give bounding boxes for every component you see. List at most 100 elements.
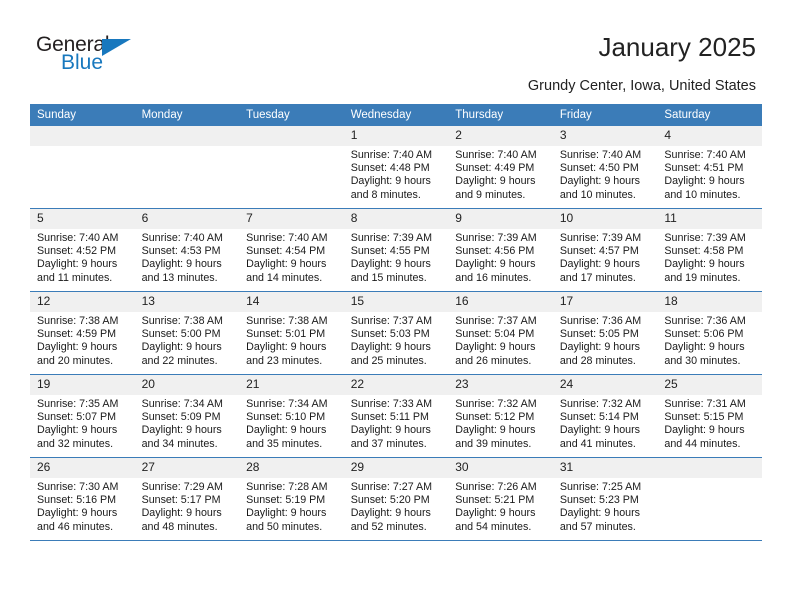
daylight-text-line2: and 39 minutes. xyxy=(455,437,532,450)
day-sun-info: Sunrise: 7:38 AM Sunset: 5:01 PM Daylight:… xyxy=(239,312,344,368)
sunrise-text: Sunrise: 7:39 AM xyxy=(559,232,642,244)
daylight-text-line2: and 9 minutes. xyxy=(455,188,526,201)
day-number: 11 xyxy=(657,209,762,229)
calendar-day-cell[interactable]: 2 Sunrise: 7:40 AM Sunset: 4:49 PM Daylight… xyxy=(448,126,553,209)
daylight-text-line1: Daylight: 9 hours xyxy=(455,175,536,188)
daylight-text-line2: and 23 minutes. xyxy=(246,354,323,367)
calendar-day-cell[interactable]: 12 Sunrise: 7:38 AM Sunset: 4:59 PM Dayligh… xyxy=(30,291,135,375)
day-number: 21 xyxy=(239,375,344,395)
day-sun-info: Sunrise: 7:26 AM Sunset: 5:21 PM Daylight:… xyxy=(448,478,553,534)
day-number: 17 xyxy=(552,292,658,312)
calendar-day-cell[interactable]: 23 Sunrise: 7:32 AM Sunset: 5:12 PM Dayligh… xyxy=(448,374,553,458)
day-number xyxy=(657,458,762,478)
calendar-cell-empty xyxy=(657,457,762,541)
daylight-text-line1: Daylight: 9 hours xyxy=(559,424,641,437)
calendar-day-cell[interactable]: 14 Sunrise: 7:38 AM Sunset: 5:01 PM Dayligh… xyxy=(239,291,344,375)
calendar-day-cell[interactable]: 16 Sunrise: 7:37 AM Sunset: 5:04 PM Dayligh… xyxy=(448,291,553,375)
sunrise-sunset-calendar: Sunday Monday Tuesday Wednesday Thursday… xyxy=(30,104,762,541)
daylight-text-line1: Daylight: 9 hours xyxy=(559,507,641,520)
calendar-day-cell[interactable]: 9 Sunrise: 7:39 AM Sunset: 4:56 PM Daylight… xyxy=(448,208,553,292)
calendar-page: General Blue January 2025 Grundy Center,… xyxy=(0,0,792,612)
calendar-day-cell[interactable]: 26 Sunrise: 7:30 AM Sunset: 5:16 PM Dayligh… xyxy=(30,457,135,541)
day-number: 9 xyxy=(448,209,553,229)
sunset-text: Sunset: 5:01 PM xyxy=(246,328,326,341)
day-sun-info: Sunrise: 7:40 AM Sunset: 4:53 PM Daylight:… xyxy=(135,229,240,285)
day-sun-info: Sunrise: 7:40 AM Sunset: 4:50 PM Daylight:… xyxy=(553,146,658,202)
calendar-day-cell[interactable]: 22 Sunrise: 7:33 AM Sunset: 5:11 PM Dayligh… xyxy=(343,374,449,458)
calendar-day-cell[interactable]: 8 Sunrise: 7:39 AM Sunset: 4:55 PM Daylight… xyxy=(343,208,449,292)
calendar-day-cell[interactable]: 27 Sunrise: 7:29 AM Sunset: 5:17 PM Dayligh… xyxy=(134,457,240,541)
day-sun-info: Sunrise: 7:28 AM Sunset: 5:19 PM Daylight:… xyxy=(239,478,344,534)
day-number xyxy=(239,126,344,146)
sunset-text: Sunset: 4:51 PM xyxy=(664,162,744,175)
day-sun-info: Sunrise: 7:39 AM Sunset: 4:55 PM Daylight:… xyxy=(344,229,449,285)
calendar-day-cell[interactable]: 30 Sunrise: 7:26 AM Sunset: 5:21 PM Dayligh… xyxy=(448,457,553,541)
calendar-day-cell[interactable]: 3 Sunrise: 7:40 AM Sunset: 4:50 PM Daylight… xyxy=(552,126,658,209)
day-sun-info: Sunrise: 7:39 AM Sunset: 4:57 PM Daylight:… xyxy=(553,229,658,285)
sunrise-text: Sunrise: 7:40 AM xyxy=(141,232,223,244)
calendar-day-cell[interactable]: 15 Sunrise: 7:37 AM Sunset: 5:03 PM Dayligh… xyxy=(343,291,449,375)
calendar-day-cell[interactable]: 7 Sunrise: 7:40 AM Sunset: 4:54 PM Daylight… xyxy=(239,208,344,292)
sunrise-text: Sunrise: 7:34 AM xyxy=(246,398,328,410)
sunset-text: Sunset: 5:10 PM xyxy=(246,411,326,424)
calendar-day-cell[interactable]: 18 Sunrise: 7:36 AM Sunset: 5:06 PM Dayligh… xyxy=(657,291,762,375)
calendar-day-cell[interactable]: 19 Sunrise: 7:35 AM Sunset: 5:07 PM Dayligh… xyxy=(30,374,135,458)
calendar-day-cell[interactable]: 28 Sunrise: 7:28 AM Sunset: 5:19 PM Dayligh… xyxy=(239,457,344,541)
daylight-text-line1: Daylight: 9 hours xyxy=(37,424,118,437)
weekday-header-friday: Friday xyxy=(552,104,658,126)
calendar-day-cell[interactable]: 5 Sunrise: 7:40 AM Sunset: 4:52 PM Daylight… xyxy=(30,208,135,292)
day-number: 19 xyxy=(30,375,135,395)
sunrise-text: Sunrise: 7:35 AM xyxy=(37,398,119,410)
sunrise-text: Sunrise: 7:38 AM xyxy=(37,315,119,327)
day-sun-info: Sunrise: 7:25 AM Sunset: 5:23 PM Daylight:… xyxy=(553,478,658,534)
daylight-text-line2: and 16 minutes. xyxy=(455,271,532,284)
calendar-day-cell[interactable]: 1 Sunrise: 7:40 AM Sunset: 4:48 PM Daylight… xyxy=(343,126,449,209)
day-number: 22 xyxy=(343,375,449,395)
calendar-day-cell[interactable]: 17 Sunrise: 7:36 AM Sunset: 5:05 PM Dayligh… xyxy=(552,291,658,375)
day-number: 3 xyxy=(552,126,658,146)
day-number: 28 xyxy=(239,458,344,478)
daylight-text-line1: Daylight: 9 hours xyxy=(664,175,745,188)
calendar-day-cell[interactable]: 10 Sunrise: 7:39 AM Sunset: 4:57 PM Dayligh… xyxy=(552,208,658,292)
daylight-text-line2: and 35 minutes. xyxy=(246,437,323,450)
calendar-day-cell[interactable]: 20 Sunrise: 7:34 AM Sunset: 5:09 PM Dayligh… xyxy=(134,374,240,458)
calendar-day-cell[interactable]: 31 Sunrise: 7:25 AM Sunset: 5:23 PM Dayligh… xyxy=(552,457,658,541)
day-number: 1 xyxy=(343,126,449,146)
daylight-text-line2: and 19 minutes. xyxy=(664,271,741,284)
sunrise-text: Sunrise: 7:39 AM xyxy=(664,232,746,244)
daylight-text-line2: and 14 minutes. xyxy=(246,271,323,284)
sunrise-text: Sunrise: 7:38 AM xyxy=(246,315,328,327)
sunset-text: Sunset: 4:52 PM xyxy=(37,245,117,258)
sunrise-text: Sunrise: 7:27 AM xyxy=(350,481,433,493)
daylight-text-line2: and 11 minutes. xyxy=(37,271,113,284)
calendar-day-cell[interactable]: 25 Sunrise: 7:31 AM Sunset: 5:15 PM Dayligh… xyxy=(657,374,762,458)
calendar-day-cell[interactable]: 4 Sunrise: 7:40 AM Sunset: 4:51 PM Daylight… xyxy=(657,126,762,209)
calendar-day-cell[interactable]: 29 Sunrise: 7:27 AM Sunset: 5:20 PM Dayligh… xyxy=(343,457,449,541)
sunset-text: Sunset: 4:58 PM xyxy=(664,245,744,258)
daylight-text-line1: Daylight: 9 hours xyxy=(455,341,536,354)
calendar-day-cell[interactable]: 21 Sunrise: 7:34 AM Sunset: 5:10 PM Dayligh… xyxy=(239,374,344,458)
daylight-text-line1: Daylight: 9 hours xyxy=(664,424,745,437)
day-number: 5 xyxy=(30,209,135,229)
calendar-day-cell[interactable]: 24 Sunrise: 7:32 AM Sunset: 5:14 PM Dayligh… xyxy=(552,374,658,458)
calendar-day-cell[interactable]: 6 Sunrise: 7:40 AM Sunset: 4:53 PM Daylight… xyxy=(134,208,240,292)
sunrise-text: Sunrise: 7:30 AM xyxy=(37,481,119,493)
day-number xyxy=(30,126,135,146)
calendar-day-cell[interactable]: 11 Sunrise: 7:39 AM Sunset: 4:58 PM Dayligh… xyxy=(657,208,762,292)
sunset-text: Sunset: 5:00 PM xyxy=(141,328,221,341)
daylight-text-line2: and 10 minutes. xyxy=(559,188,636,201)
day-sun-info: Sunrise: 7:38 AM Sunset: 5:00 PM Daylight:… xyxy=(135,312,240,368)
daylight-text-line1: Daylight: 9 hours xyxy=(37,507,118,520)
day-sun-info: Sunrise: 7:40 AM Sunset: 4:48 PM Daylight:… xyxy=(344,146,449,202)
daylight-text-line2: and 30 minutes. xyxy=(664,354,741,367)
sunrise-text: Sunrise: 7:34 AM xyxy=(141,398,223,410)
general-blue-logo[interactable]: General Blue xyxy=(36,34,236,82)
sunrise-text: Sunrise: 7:39 AM xyxy=(455,232,537,244)
day-number: 30 xyxy=(448,458,553,478)
sunset-text: Sunset: 5:19 PM xyxy=(246,494,326,507)
calendar-week-row: 12 Sunrise: 7:38 AM Sunset: 4:59 PM Dayligh… xyxy=(30,291,762,375)
calendar-day-cell[interactable]: 13 Sunrise: 7:38 AM Sunset: 5:00 PM Dayligh… xyxy=(134,291,240,375)
sunrise-text: Sunrise: 7:40 AM xyxy=(664,149,746,161)
sunrise-text: Sunrise: 7:25 AM xyxy=(559,481,642,493)
day-number: 25 xyxy=(657,375,762,395)
